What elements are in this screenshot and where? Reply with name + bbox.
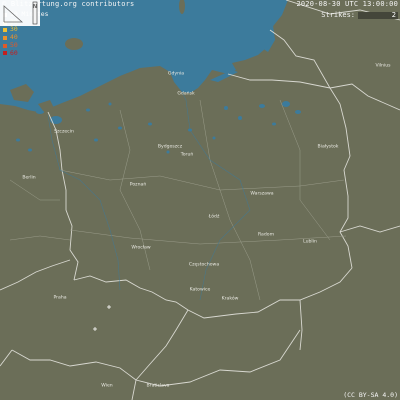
city-katowice: Katowice [189, 287, 211, 293]
north-label: N [33, 4, 37, 10]
city-szczecin: Szczecin [54, 129, 74, 135]
legend-item: 60 [3, 48, 48, 58]
lightning-map[interactable]: Gdynia Gdańsk Vilnius Szczecin Bydgoszcz… [0, 0, 400, 400]
license-text: (CC BY-SA 4.0) [343, 391, 398, 399]
map-canvas [0, 0, 400, 400]
legend-label: 60 [10, 48, 18, 57]
city-lublin: Lublin [303, 239, 317, 245]
city-vilnius: Vilnius [375, 63, 391, 69]
city-poznan: Poznań [129, 182, 147, 188]
city-gdynia: Gdynia [167, 71, 185, 77]
city-torun: Toruń [180, 152, 194, 158]
strikes-value: 2 [358, 11, 398, 19]
city-gdansk: Gdańsk [177, 91, 195, 97]
city-praha: Praha [53, 295, 67, 301]
legend-swatch [3, 35, 7, 40]
city-czestochowa: Częstochowa [188, 262, 220, 268]
scale-indicator: N [0, 0, 40, 26]
legend-swatch [3, 51, 7, 56]
timestamp: 2020-08-30 UTC 13:00:00 [296, 0, 398, 8]
city-radom: Radom [257, 232, 275, 238]
city-wroclaw: Wrocław [131, 245, 151, 251]
city-bydgoszcz: Bydgoszcz [157, 144, 183, 150]
strikes-label: Strikes: [321, 11, 355, 19]
city-lodz: Łódź [208, 214, 220, 220]
legend-swatch [3, 28, 7, 33]
bornholm-island [65, 38, 83, 50]
strikes-counter: Strikes: 2 [321, 11, 398, 19]
city-bratislava: Bratislava [146, 383, 170, 389]
city-wien: Wien [101, 383, 113, 389]
legend-swatch [3, 43, 7, 48]
city-bialystok: Białystok [317, 144, 339, 150]
city-warszawa: Warszawa [250, 191, 274, 197]
city-krakow: Kraków [221, 296, 239, 302]
city-berlin: Berlin [22, 175, 36, 181]
